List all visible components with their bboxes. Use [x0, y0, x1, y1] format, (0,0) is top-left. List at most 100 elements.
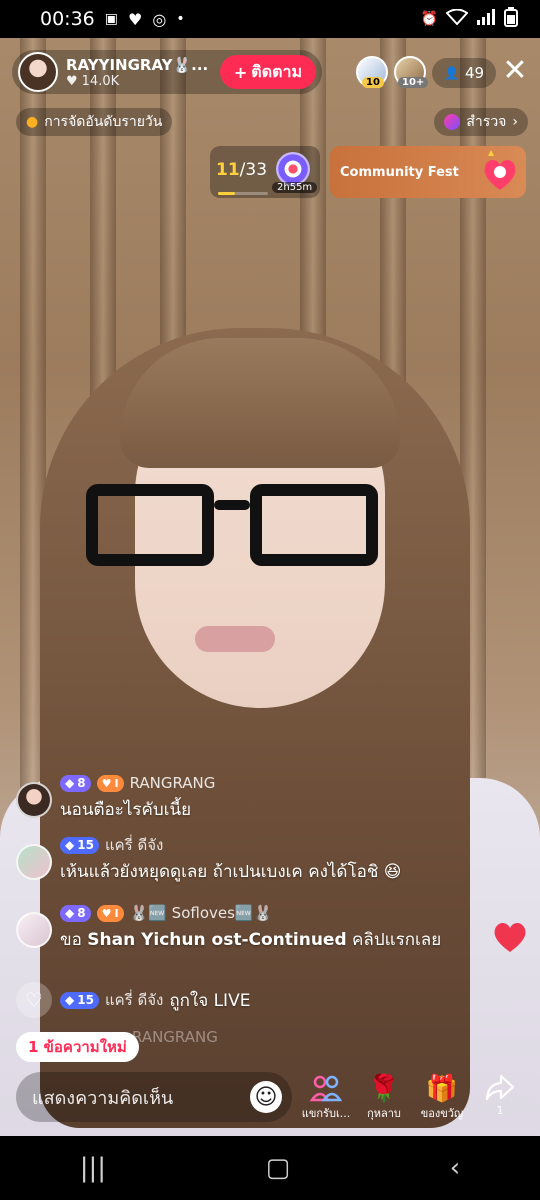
- explore-label: สำรวจ: [466, 114, 507, 130]
- goal-progress-text: 11/33: [216, 160, 267, 180]
- chat-meta: ◆ 8 ♥ I 🐰🆕 Sofloves🆕🐰: [60, 902, 441, 924]
- chat-avatar[interactable]: [16, 912, 52, 948]
- chat-message[interactable]: ◆ 8 ♥ I 🐰🆕 Sofloves🆕🐰 ขอ Shan Yichun ost-C…: [16, 902, 441, 953]
- level-badge: ◆ 15: [60, 836, 99, 854]
- chat-avatar[interactable]: [16, 844, 52, 880]
- level-badge: ◆ 8: [60, 904, 91, 922]
- goal-card[interactable]: 11/33 2h55m: [210, 146, 320, 198]
- chat-username: RANGRANG: [132, 1028, 218, 1046]
- person-icon: 👤: [444, 66, 459, 80]
- target-status-icon: ◎: [152, 9, 167, 29]
- chat-text: นอนตือะไรคับเนี้ย: [60, 800, 192, 820]
- share-button[interactable]: 1: [472, 1074, 528, 1117]
- streamer-lips: [195, 626, 275, 652]
- top-viewer-badge-1: 10: [362, 77, 384, 88]
- rose-icon: 🌹: [367, 1074, 401, 1104]
- chat-avatar[interactable]: [16, 782, 52, 818]
- follow-button[interactable]: + ติดตาม: [219, 55, 316, 89]
- community-fest-banner[interactable]: Community Fest: [330, 146, 526, 198]
- glasses-left-lens: [86, 484, 214, 566]
- guests-button[interactable]: แขกรับเ...: [298, 1074, 354, 1122]
- heart-status-icon: ♥: [128, 9, 143, 29]
- heart-trophy-icon: [484, 150, 516, 190]
- glasses-bridge: [214, 500, 250, 510]
- status-dot: •: [176, 11, 185, 27]
- diamond-icon: ◆: [65, 776, 75, 790]
- goal-timer: 2h55m: [272, 182, 318, 193]
- goal-done: 11: [216, 160, 240, 180]
- fan-badge: ♥ I: [96, 774, 124, 792]
- chat-meta: ◆ 8 ♥ I RANGRANG: [60, 772, 215, 794]
- top-viewer-badge-2: 10+: [398, 77, 429, 88]
- goal-progress-fill: [218, 192, 235, 195]
- diamond-icon: ◆: [65, 838, 75, 852]
- chat-message[interactable]: ◆ 15 แครี่ ดีจัง เห้นแล้วยังหยุดดูเลย ถ้า…: [16, 834, 401, 885]
- viewer-count[interactable]: 👤 49: [432, 58, 497, 88]
- fan-badge: ♥ I: [96, 904, 124, 922]
- fan-value: I: [114, 776, 119, 790]
- flame-icon: ●: [26, 114, 39, 130]
- streamer-bangs: [120, 338, 400, 468]
- level-value: 15: [77, 838, 94, 852]
- gift-button[interactable]: 🎁 ของขวัญ: [414, 1074, 470, 1122]
- guests-icon: [298, 1074, 354, 1104]
- gift-label: ของขวัญ: [420, 1107, 464, 1120]
- gift-icon: 🎁: [425, 1074, 459, 1104]
- level-value: 15: [77, 993, 94, 1007]
- close-icon[interactable]: ✕: [500, 56, 530, 86]
- share-icon: [472, 1074, 528, 1104]
- home-icon[interactable]: ▢: [266, 1153, 291, 1183]
- goal-total: /33: [239, 160, 268, 180]
- clock: 00:36: [40, 8, 95, 30]
- daily-ranking-label: การจัดอันดับรายวัน: [44, 114, 163, 130]
- chat-meta: ◆ 15 แครี่ ดีจัง: [60, 834, 401, 856]
- wifi-icon: [445, 8, 469, 29]
- chat-username[interactable]: แครี่ ดีจัง: [105, 988, 163, 1012]
- chat-like-event[interactable]: ♡ ◆ 15 แครี่ ดีจัง ถูกใจ LIVE: [16, 982, 250, 1018]
- chat-text-suffix: คลิปแรกเลย: [346, 930, 442, 950]
- guests-label: แขกรับเ...: [301, 1107, 351, 1120]
- chat-text-song: Shan Yichun ost-Continued: [87, 930, 347, 950]
- chat-text: เห้นแล้วยังหยุดดูเลย ถ้าเปนเบงเค คงได้โอ…: [60, 862, 402, 882]
- chat-faded-username: RANGRANG: [132, 1028, 218, 1046]
- chat-username[interactable]: แครี่ ดีจัง: [105, 833, 163, 857]
- recent-apps-icon[interactable]: |||: [80, 1153, 106, 1183]
- back-icon[interactable]: ‹: [450, 1153, 460, 1183]
- goal-progress-bar: [218, 192, 268, 195]
- heart-icon: ♥: [66, 73, 78, 89]
- live-video[interactable]: [0, 38, 540, 1136]
- host-name: RAYYINGRAY🐰...: [66, 55, 209, 74]
- floating-heart-icon: [494, 922, 526, 952]
- chat-username[interactable]: RANGRANG: [130, 774, 216, 792]
- comment-placeholder: แสดงความคิดเห็น: [32, 1087, 174, 1109]
- viewer-count-value: 49: [464, 64, 485, 82]
- rose-label: กุหลาบ: [367, 1107, 401, 1120]
- new-messages-button[interactable]: 1 ข้อความใหม่: [16, 1032, 139, 1062]
- fan-value: I: [114, 906, 119, 920]
- chat-username[interactable]: 🐰🆕 Sofloves🆕🐰: [130, 904, 273, 922]
- comment-input[interactable]: แสดงความคิดเห็น ☺: [16, 1072, 292, 1122]
- host-info-pill[interactable]: RAYYINGRAY🐰... ♥ 14.0K + ติดตาม: [12, 50, 322, 94]
- share-count: 1: [496, 1104, 504, 1117]
- planet-icon: [444, 114, 461, 130]
- community-fest-label: Community Fest: [340, 164, 459, 180]
- chat-message[interactable]: ◆ 8 ♥ I RANGRANG นอนตือะไรคับเนี้ย: [16, 772, 215, 823]
- diamond-icon: ◆: [65, 906, 75, 920]
- rose-button[interactable]: 🌹 กุหลาบ: [356, 1074, 412, 1122]
- status-bar: 00:36 ▣ ♥ ◎ • ⏰: [0, 0, 540, 38]
- emoji-icon[interactable]: ☺: [250, 1081, 282, 1113]
- chat-text: ถูกใจ LIVE: [169, 990, 251, 1011]
- diamond-icon: ◆: [65, 993, 75, 1007]
- plus-icon: +: [233, 62, 248, 82]
- chevron-right-icon: ›: [512, 114, 518, 130]
- battery-icon: [504, 7, 518, 31]
- glasses-right-lens: [250, 484, 378, 566]
- signal-icon: [476, 9, 496, 29]
- explore-button[interactable]: สำรวจ ›: [434, 108, 528, 136]
- daily-ranking-button[interactable]: ● การจัดอันดับรายวัน: [16, 108, 173, 136]
- level-value: 8: [77, 776, 86, 790]
- chat-text: ขอ Shan Yichun ost-Continued คลิปแรกเลย: [60, 926, 441, 953]
- host-avatar[interactable]: [18, 52, 58, 92]
- host-info: RAYYINGRAY🐰... ♥ 14.0K: [66, 56, 220, 89]
- system-nav-bar: ||| ▢ ‹: [0, 1136, 540, 1200]
